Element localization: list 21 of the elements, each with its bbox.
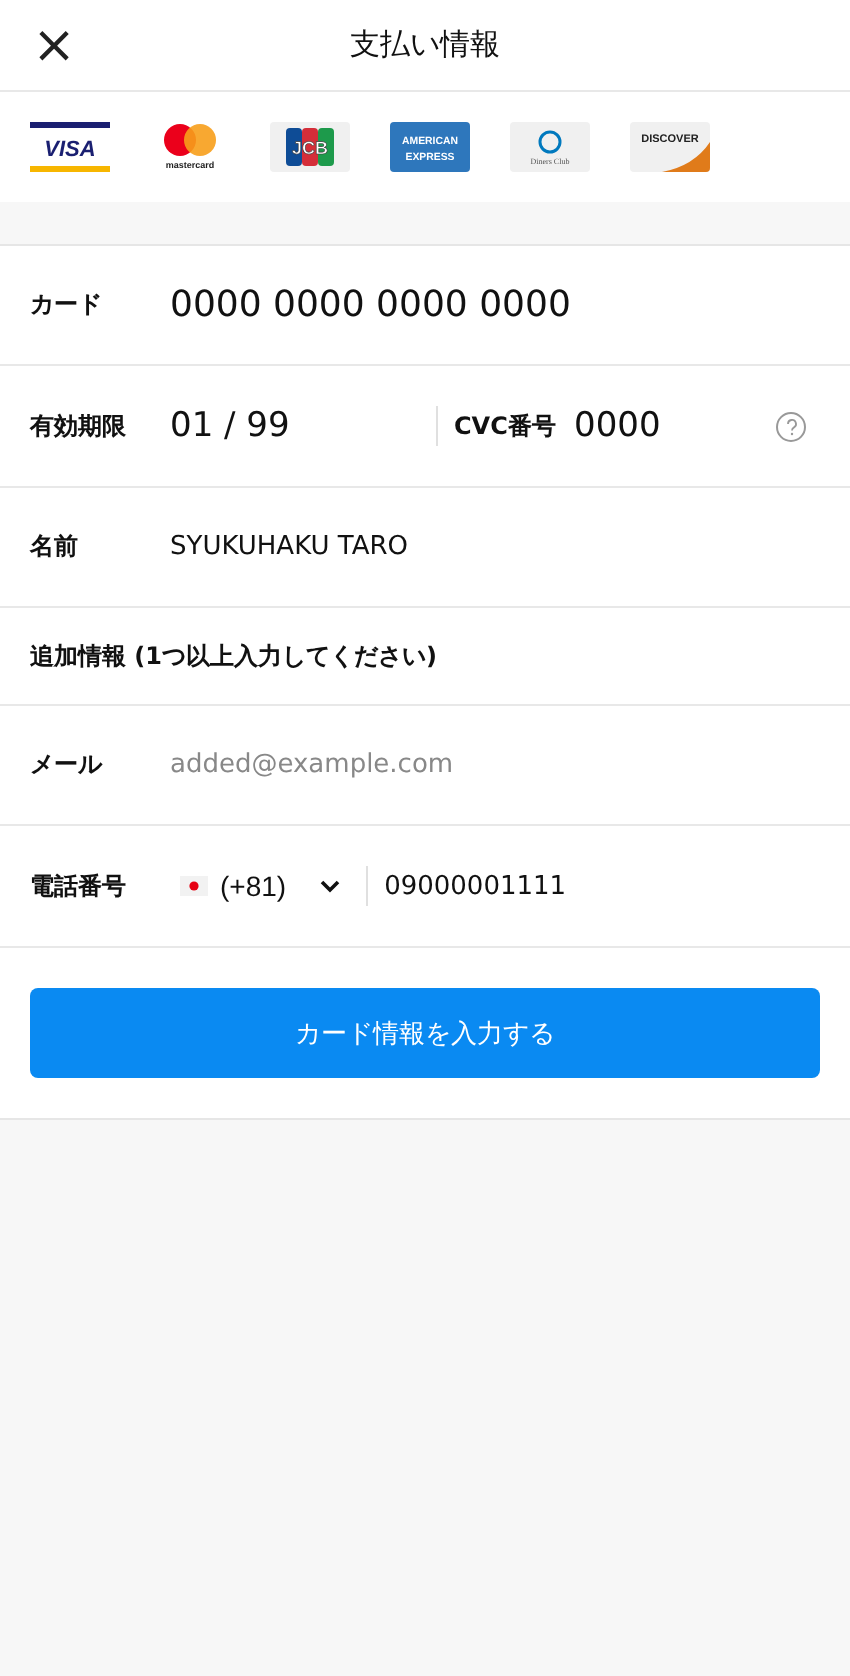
section-heading: 追加情報 (1つ以上入力してください) xyxy=(30,639,437,673)
phone-label: 電話番号 xyxy=(30,869,128,903)
email-label: メール xyxy=(30,748,105,782)
help-icon[interactable] xyxy=(776,411,806,441)
country-code-select[interactable]: (+81) xyxy=(180,870,343,902)
visa-logo: VISA xyxy=(30,122,110,172)
email-field[interactable]: added@example.com xyxy=(170,750,690,780)
card-label: カード xyxy=(30,288,104,322)
submit-button[interactable]: カード情報を入力する xyxy=(30,988,820,1078)
chevron-down-icon xyxy=(318,878,343,894)
phone-field[interactable]: 09000001111 xyxy=(384,871,685,901)
cvc-field[interactable]: 0000 xyxy=(574,406,694,446)
name-field[interactable]: SYUKUHAKU TARO xyxy=(170,532,690,562)
expiry-field[interactable]: 01 / 99 xyxy=(170,406,420,446)
close-button[interactable]: × xyxy=(24,16,84,76)
name-label: 名前 xyxy=(30,530,80,564)
page-title: 支払い情報 xyxy=(350,26,500,64)
expiry-label: 有効期限 xyxy=(30,409,128,443)
card-number-field[interactable]: 0000 0000 0000 0000 xyxy=(170,284,690,326)
cvc-label: CVC番号 xyxy=(454,409,558,443)
flag-icon xyxy=(180,876,208,896)
